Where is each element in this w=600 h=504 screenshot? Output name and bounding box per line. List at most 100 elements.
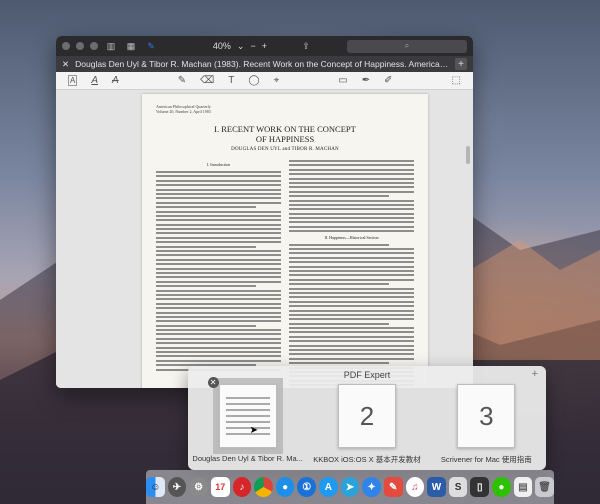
add-text-icon[interactable]: T [228,75,234,86]
switcher-item-1[interactable]: ✕ ➤ Douglas Den Uyl & Tibor R. Ma... [192,377,303,465]
document-thumbnail: 2 [337,384,396,448]
highlight-text-icon[interactable]: A [91,75,98,86]
tab-document[interactable]: Douglas Den Uyl & Tibor R. Machan (1983)… [75,59,449,69]
annotate-pen-icon[interactable]: ✎ [144,40,158,52]
text-line [289,291,414,294]
shapes-icon[interactable]: ◯ [248,75,259,86]
text-line [156,192,281,195]
add-icon[interactable]: + [532,368,538,380]
text-line [289,362,389,365]
switcher-thumbnails: ✕ ➤ Douglas Den Uyl & Tibor R. Ma... 2 K… [188,377,546,465]
itunes-icon[interactable]: ♫ [405,477,425,497]
text-line [289,208,414,211]
zoom-out-button[interactable]: − [250,41,255,51]
zoom-in-button[interactable]: + [262,41,267,51]
strikethrough-text-icon[interactable]: A [112,75,119,86]
scrivener-icon[interactable]: S [448,477,468,497]
minimize-window-button[interactable] [76,42,84,50]
text-line [156,320,281,323]
zoom-window-button[interactable] [90,42,98,50]
tencent-icon[interactable]: ● [275,477,295,497]
close-icon[interactable]: ✕ [207,377,219,388]
text-line [156,232,281,235]
text-line [156,228,281,231]
text-line [289,230,414,233]
text-line [289,296,414,299]
text-line [156,276,281,279]
chevron-down-icon[interactable]: ⌄ [237,41,245,52]
signature-icon[interactable]: ✒ [362,75,370,86]
word-icon[interactable]: W [427,477,446,497]
text-line [156,267,281,270]
stamp-icon[interactable]: ⌖ [274,75,280,86]
document-icon[interactable]: ▤ [513,477,533,497]
text-line [289,217,414,220]
text-line [289,357,414,360]
text-line [156,271,281,274]
wechat-icon[interactable]: ● [492,477,511,497]
text-line [289,203,414,206]
switcher-item-3[interactable]: 3 Scrivener for Mac 使用指南 [431,384,541,465]
thumbnail-number: 2 [359,400,375,431]
text-line [156,355,281,358]
vertical-scrollbar[interactable] [466,146,470,164]
trash-icon[interactable]: 🗑 [535,477,554,497]
text-line [156,219,281,222]
finder-icon[interactable]: ☺ [146,477,165,497]
pdf-page[interactable]: American Philosophical Quarterly Volume … [142,94,428,388]
text-line [156,210,281,213]
app-store-icon[interactable]: A [319,477,338,497]
telegram-icon[interactable]: ➤ [340,477,360,497]
text-line [289,349,414,352]
text-line [156,258,281,261]
text-line [289,173,414,176]
selection-icon[interactable]: ⬚ [452,75,461,86]
text-line [289,309,414,312]
left-column: I. Introduction [156,160,281,388]
chrome-icon[interactable] [254,477,273,497]
search-input[interactable]: ⌕ [347,39,467,53]
text-line [289,278,414,281]
page-title: I. RECENT WORK ON THE CONCEPT OF HAPPINE… [156,124,414,144]
text-line [156,333,281,336]
text-line [156,184,281,187]
section-heading-history: II. Happiness—Historical Section [324,234,379,240]
pen-icon[interactable]: ✎ [178,75,186,86]
comment-icon[interactable]: ▭ [338,75,347,86]
text-tool-icon[interactable]: A [68,75,78,86]
system-preferences-icon[interactable]: ⚙ [189,477,208,497]
text-line [156,346,281,349]
text-line [289,195,389,198]
netease-music-icon[interactable]: ♪ [232,477,252,497]
new-tab-button[interactable]: + [455,58,467,70]
text-line [289,252,414,255]
close-window-button[interactable] [62,42,70,50]
safari-icon[interactable]: ✦ [362,477,381,497]
close-tab-icon[interactable]: ✕ [62,59,69,70]
text-line [289,322,389,325]
text-line [156,201,281,204]
text-line [289,256,414,259]
text-line [289,248,414,251]
text-line [156,329,281,332]
thumbnails-icon[interactable]: ▦ [124,40,138,52]
sidebar-toggle-icon[interactable]: ▥ [104,40,118,52]
launchpad-icon[interactable]: ✈ [167,477,187,497]
1password-icon[interactable]: ① [297,477,317,497]
text-line [156,245,256,248]
text-line [156,285,256,288]
calendar-icon[interactable]: 17 [210,477,230,497]
zoom-level[interactable]: 40% [213,41,231,51]
pdf-expert-window: ▥ ▦ ✎ 40% ⌄ − + ⇪ ⌕ ✕ Douglas Den Uyl & … [56,36,473,388]
eraser-icon[interactable]: ⌫ [200,75,214,86]
document-thumbnail: ✕ ➤ [207,377,283,454]
pdf-expert-icon[interactable]: ✎ [383,477,403,497]
share-icon[interactable]: ⇪ [299,40,313,52]
iphone-icon[interactable]: ▯ [470,477,490,497]
document-thumbnail: 3 [457,384,516,448]
text-line [289,274,414,277]
marker-icon[interactable]: ✐ [384,75,392,86]
app-window-switcher: PDF Expert + ✕ ➤ Douglas Den Uyl & Tibor… [188,366,546,470]
text-line [289,221,414,224]
switcher-item-2[interactable]: 2 KKBOX iOS:OS X 基本开发教材 [312,384,422,465]
